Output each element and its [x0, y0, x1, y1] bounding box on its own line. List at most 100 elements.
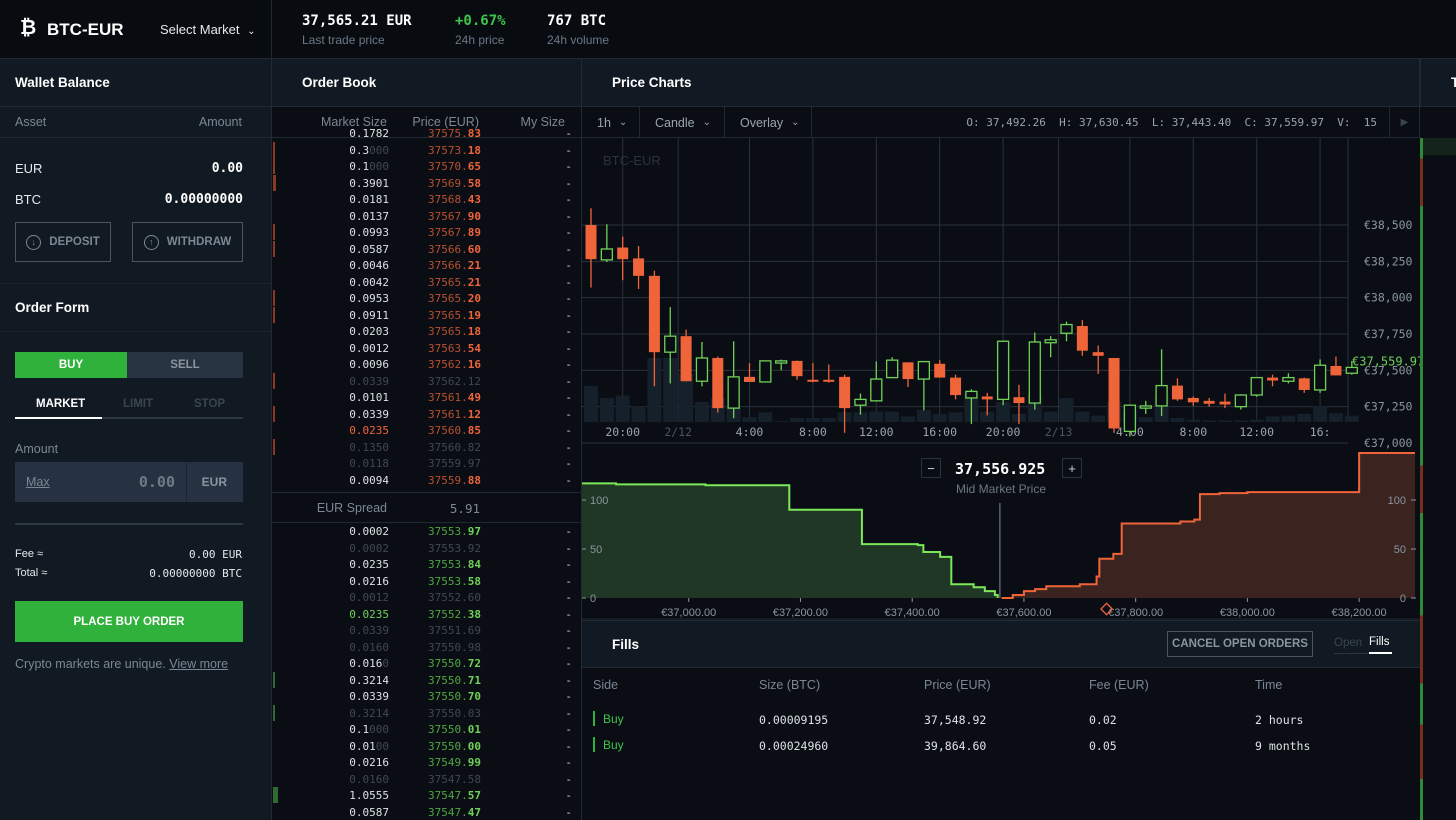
order-book-title: Order Book [272, 59, 581, 107]
market-pair: BTC-EUR [47, 20, 124, 39]
ask-row[interactable]: 0.3000 37573.18 - [272, 141, 582, 159]
ask-row[interactable]: 0.0953 37565.20 - [272, 290, 582, 307]
ask-row[interactable]: 0.3901 37569.58 - [272, 174, 582, 192]
tab-fills[interactable]: Fills [1369, 636, 1389, 648]
amount-input-group: Max 0.00 EUR [15, 462, 243, 502]
ask-row[interactable]: 0.0203 37565.18 - [272, 323, 582, 340]
order-price: 37561.49 [428, 391, 481, 404]
bid-row[interactable]: 0.0339 37551.69 - [272, 622, 582, 639]
candle-body [744, 376, 755, 382]
x-tick-label: €37,400.00 [885, 607, 940, 619]
order-size: 0.1350 [349, 440, 389, 454]
my-size: - [565, 723, 572, 736]
bid-row[interactable]: 1.0555 37547.57 - [272, 787, 582, 804]
order-size: 0.0042 [349, 275, 389, 289]
ask-row[interactable]: 0.0094 37559.88 - [272, 472, 582, 489]
my-size: - [565, 574, 572, 588]
bid-row[interactable]: 0.0100 37550.00 - [272, 738, 582, 755]
my-size: - [565, 129, 572, 140]
candle-body [585, 225, 597, 260]
bid-row[interactable]: 0.0235 37553.84 - [272, 556, 582, 573]
bid-row[interactable]: 0.0216 37549.99 - [272, 754, 582, 771]
tab-stop[interactable]: STOP [194, 398, 225, 410]
interval-dropdown[interactable]: 1h ⌄ [582, 107, 640, 138]
bid-row[interactable]: 0.0160 37547.58 - [272, 771, 582, 788]
bid-row[interactable]: 0.0002 37553.92 - [272, 540, 582, 557]
order-size: 0.0046 [349, 259, 389, 272]
candle-body [1155, 384, 1168, 407]
ask-row[interactable]: 0.0911 37565.19 - [272, 306, 582, 324]
fill-row[interactable]: Buy 0.00009195 37,548.92 0.02 2 hours [582, 710, 1420, 730]
ask-row[interactable]: 0.0339 37561.12 - [272, 405, 582, 423]
bid-row[interactable]: 0.0587 37547.47 - [272, 804, 582, 820]
x-tick-label: 12:00 [1239, 425, 1274, 439]
ask-row[interactable]: 0.0137 37567.90 - [272, 208, 582, 225]
tab-indicator [1369, 652, 1392, 654]
volume-bar [932, 414, 947, 422]
bid-row[interactable]: 0.0012 37552.60 - [272, 589, 582, 606]
ask-row[interactable]: 0.0012 37563.54 - [272, 340, 582, 357]
ask-row[interactable]: 0.1782 37575.83 - [272, 129, 582, 142]
cancel-open-orders-button[interactable]: CANCEL OPEN ORDERS [1167, 631, 1313, 657]
candlestick-chart[interactable]: €37,000€37,250€37,500€37,750€38,000€38,2… [582, 138, 1420, 450]
withdraw-button[interactable]: ↑ WITHDRAW [132, 222, 243, 262]
order-size: 0.0101 [349, 391, 389, 404]
candle-body [617, 247, 629, 260]
sell-toggle[interactable]: SELL [127, 352, 243, 378]
brand: ₿ BTC-EUR Select Market ⌄ [0, 0, 272, 59]
tab-indicator [15, 417, 102, 419]
ask-row[interactable]: 0.1350 37560.82 - [272, 438, 582, 456]
view-more-link[interactable]: View more [169, 657, 228, 671]
ask-row[interactable]: 0.1000 37570.65 - [272, 158, 582, 175]
bid-row[interactable]: 0.3214 37550.03 - [272, 704, 582, 722]
bid-row[interactable]: 0.0339 37550.70 - [272, 688, 582, 705]
order-price: 37547.57 [428, 789, 481, 802]
bid-row[interactable]: 0.0002 37553.97 - [272, 523, 582, 540]
buy-toggle[interactable]: BUY [15, 352, 127, 378]
place-buy-order-button[interactable]: PLACE BUY ORDER [15, 601, 243, 642]
last-price-label: €37,559.97 [1352, 355, 1420, 369]
fill-row[interactable]: Buy 0.00024960 39,864.60 0.05 9 months [582, 736, 1420, 756]
my-size: - [565, 706, 572, 720]
order-size: 0.0235 [349, 558, 389, 571]
candle-body [1092, 352, 1104, 356]
amount-input[interactable]: 0.00 [139, 473, 175, 491]
tab-open[interactable]: Open [1334, 637, 1362, 649]
ask-row[interactable]: 0.0042 37565.21 - [272, 274, 582, 291]
ask-row[interactable]: 0.0339 37562.12 - [272, 372, 582, 390]
bid-row[interactable]: 0.0160 37550.72 - [272, 655, 582, 672]
order-size: 0.0235 [349, 424, 389, 437]
ask-row[interactable]: 0.0993 37567.89 - [272, 224, 582, 241]
play-icon[interactable]: ▶ [1389, 107, 1420, 138]
my-size: - [565, 308, 572, 322]
bid-row[interactable]: 0.0235 37552.38 - [272, 606, 582, 623]
ask-row[interactable]: 0.0118 37559.97 - [272, 455, 582, 472]
bid-row[interactable]: 0.0216 37553.58 - [272, 573, 582, 590]
ask-row[interactable]: 0.0235 37560.85 - [272, 422, 582, 439]
y-tick-label: €37,750 [1364, 327, 1413, 341]
ask-row[interactable]: 0.0046 37566.21 - [272, 257, 582, 274]
overlay-dropdown[interactable]: Overlay ⌄ [725, 107, 812, 138]
zoom-out-button[interactable]: − [921, 458, 941, 478]
chart-type-dropdown[interactable]: Candle ⌄ [640, 107, 725, 138]
max-link[interactable]: Max [26, 475, 50, 489]
deposit-button[interactable]: ↓ DEPOSIT [15, 222, 111, 262]
select-market-dropdown[interactable]: Select Market ⌄ [160, 22, 256, 37]
order-size: 0.0137 [349, 209, 389, 223]
tab-limit[interactable]: LIMIT [123, 398, 153, 410]
depth-bar [273, 224, 275, 240]
ask-row[interactable]: 0.0101 37561.49 - [272, 389, 582, 406]
tab-market[interactable]: MARKET [36, 398, 85, 410]
ask-row[interactable]: 0.0096 37562.16 - [272, 356, 582, 373]
depth-bar [273, 240, 275, 257]
bid-row[interactable]: 0.0160 37550.98 - [272, 639, 582, 656]
zoom-in-button[interactable]: + [1062, 458, 1082, 478]
ask-row[interactable]: 0.0587 37566.60 - [272, 240, 582, 258]
market-size-header: Market Size [321, 115, 387, 129]
bid-row[interactable]: 0.1000 37550.01 - [272, 721, 582, 738]
order-size: 0.0002 [349, 541, 389, 555]
ask-row[interactable]: 0.0181 37568.43 - [272, 191, 582, 208]
bid-row[interactable]: 0.3214 37550.71 - [272, 671, 582, 689]
my-size: - [565, 341, 572, 355]
volume-bar [742, 417, 757, 422]
